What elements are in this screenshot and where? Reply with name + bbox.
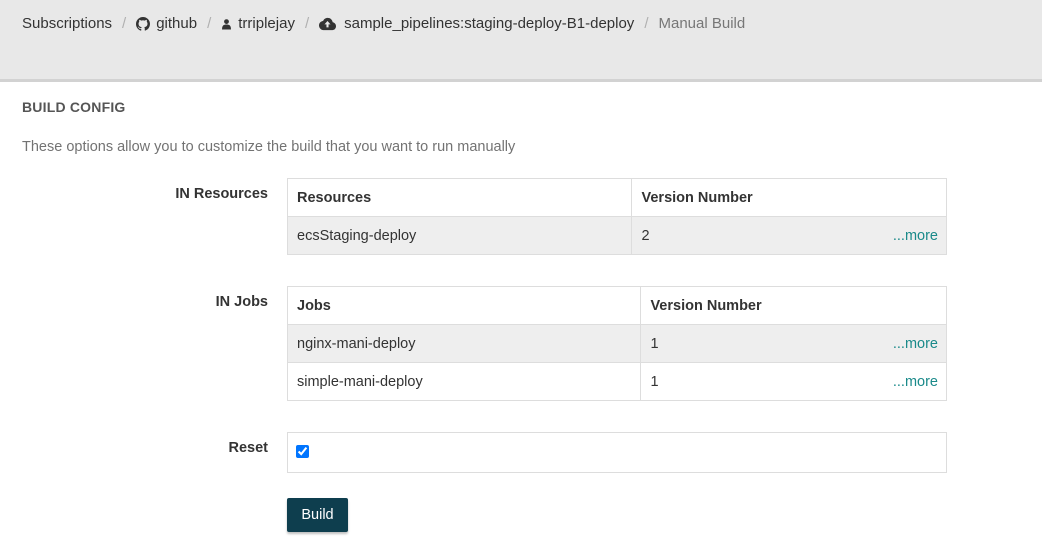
breadcrumb-separator: / xyxy=(207,15,212,32)
version-number: 1 xyxy=(650,373,659,390)
in-jobs-label: IN Jobs xyxy=(215,294,268,310)
in-jobs-table: Jobs Version Number nginx-mani-deploy 1 … xyxy=(286,286,947,401)
table-row: nginx-mani-deploy 1 ...more xyxy=(286,324,947,363)
breadcrumb-separator: / xyxy=(122,15,127,32)
breadcrumb-pipeline[interactable]: sample_pipelines:staging-deploy-B1-deplo… xyxy=(319,15,634,32)
more-link[interactable]: ...more xyxy=(893,374,938,390)
breadcrumb: Subscriptions / github / trriplejay / sa… xyxy=(22,15,745,32)
table-header-row: Resources Version Number xyxy=(286,178,947,217)
more-link[interactable]: ...more xyxy=(893,228,938,244)
build-button[interactable]: Build xyxy=(287,498,348,532)
table-header-row: Jobs Version Number xyxy=(286,286,947,325)
breadcrumb-separator: / xyxy=(644,15,649,32)
panel-description: These options allow you to customize the… xyxy=(22,139,516,155)
breadcrumb-provider-label: github xyxy=(156,15,198,32)
breadcrumb-current: Manual Build xyxy=(658,15,745,32)
reset-checkbox[interactable] xyxy=(296,445,309,458)
breadcrumb-provider[interactable]: github xyxy=(136,15,197,32)
table-row: ecsStaging-deploy 2 ...more xyxy=(286,216,947,255)
column-header-jobs: Jobs xyxy=(286,286,642,325)
column-header-version: Version Number xyxy=(631,178,947,217)
cloud-upload-icon xyxy=(319,17,337,30)
version-cell: 2 ...more xyxy=(631,216,947,255)
column-header-resources: Resources xyxy=(286,178,633,217)
breadcrumb-subscriptions[interactable]: Subscriptions xyxy=(22,15,112,32)
breadcrumb-subscriptions-label: Subscriptions xyxy=(22,15,113,32)
more-link[interactable]: ...more xyxy=(893,336,938,352)
user-icon xyxy=(222,18,232,29)
version-cell: 1 ...more xyxy=(640,362,947,401)
version-number: 1 xyxy=(650,335,659,352)
reset-field xyxy=(287,432,947,473)
top-bar: Subscriptions / github / trriplejay / sa… xyxy=(0,0,1042,82)
panel-title: BUILD CONFIG xyxy=(22,99,126,115)
version-number: 2 xyxy=(641,227,650,244)
breadcrumb-separator: / xyxy=(304,15,310,32)
breadcrumb-current-label: Manual Build xyxy=(658,15,746,32)
table-row: simple-mani-deploy 1 ...more xyxy=(286,362,947,401)
job-name: simple-mani-deploy xyxy=(286,362,642,401)
in-resources-label: IN Resources xyxy=(175,186,268,202)
version-cell: 1 ...more xyxy=(640,324,947,363)
resource-name: ecsStaging-deploy xyxy=(286,216,633,255)
breadcrumb-pipeline-label: sample_pipelines:staging-deploy-B1-deplo… xyxy=(344,15,635,32)
column-header-version: Version Number xyxy=(640,286,947,325)
build-config-panel: BUILD CONFIG These options allow you to … xyxy=(0,82,1042,552)
job-name: nginx-mani-deploy xyxy=(286,324,642,363)
breadcrumb-user[interactable]: trriplejay xyxy=(221,15,295,32)
breadcrumb-user-label: trriplejay xyxy=(238,15,295,32)
reset-label: Reset xyxy=(228,440,269,456)
in-resources-table: Resources Version Number ecsStaging-depl… xyxy=(286,178,947,255)
github-icon xyxy=(136,16,151,31)
